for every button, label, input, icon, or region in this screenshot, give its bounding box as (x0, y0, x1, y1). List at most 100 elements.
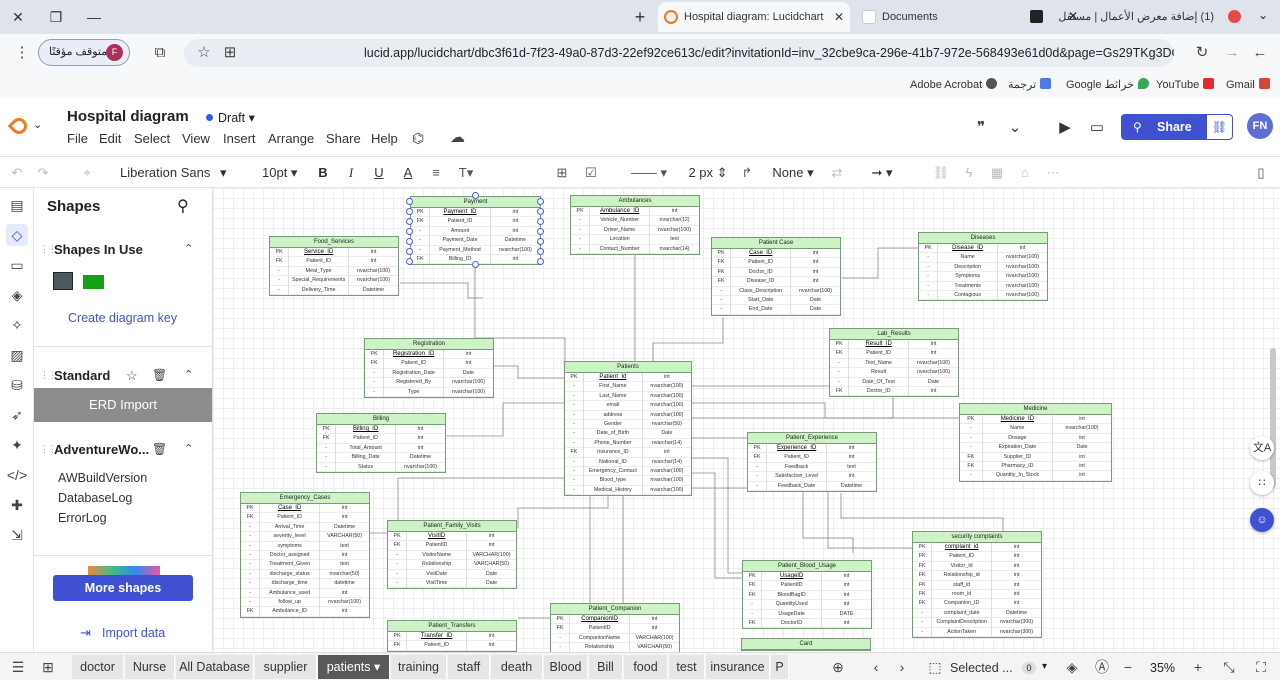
building-shape-icon[interactable] (53, 272, 73, 290)
page-grid-icon[interactable]: ⊞ (38, 657, 58, 677)
align-icon[interactable]: ≡ (427, 163, 445, 183)
chevron-down-icon[interactable]: ⌄ (33, 118, 42, 131)
page-tab-food[interactable]: food (624, 655, 668, 679)
line-start-select[interactable]: None ▾ (768, 163, 818, 183)
minimize-window-icon[interactable]: — (84, 7, 104, 27)
entity-diseases[interactable]: Diseases PK Disease_ID int - Name nvarchar(100… (918, 232, 1048, 302)
entity-row[interactable]: - Symptoms nvarchar(100) (919, 272, 1047, 282)
entity-row[interactable]: - Delivery_Time Datetime (270, 285, 398, 295)
entity-row[interactable]: - Last_Name nvarchar(100) (565, 391, 691, 402)
entity-row[interactable]: - Blood_type nvarchar(100) (565, 476, 691, 486)
image-icon[interactable]: ▨ (6, 344, 28, 366)
entity-row[interactable]: PK Ambulance_ID int (571, 207, 699, 217)
page-tab-training[interactable]: training (391, 655, 447, 679)
favorite-star-icon[interactable]: ☆ (126, 368, 138, 384)
entity-row[interactable]: - Ambulance_used int (241, 588, 369, 598)
page-list-icon[interactable]: ☰ (8, 657, 28, 677)
entity-row[interactable]: FK PatientID int (551, 624, 679, 634)
entity-row[interactable]: - Phone_Number nvarchar(14) (565, 438, 691, 449)
page-tab-insurance[interactable]: insurance (706, 655, 770, 679)
selection-handle[interactable] (537, 218, 544, 225)
entity-row[interactable]: PK Medicine_ID int (960, 415, 1111, 425)
entity-row[interactable]: - Location text (571, 235, 699, 245)
new-tab-icon[interactable]: + (630, 7, 650, 27)
entity-row[interactable]: FK Disease_ID int (712, 277, 840, 287)
line-end-select[interactable]: ➞ ▾ (858, 163, 906, 183)
assistant-float-icon[interactable]: ☺ (1250, 508, 1274, 532)
entity-row[interactable]: FK Patient_ID int (712, 258, 840, 268)
entity-row[interactable]: FK Patient_ID int (411, 217, 540, 227)
entity-row[interactable]: PK Disease_ID int (919, 244, 1047, 254)
underline-icon[interactable]: U (370, 163, 388, 183)
code-icon[interactable]: </> (6, 464, 28, 486)
entity-row[interactable]: - Date_of_Birth Date (565, 429, 691, 439)
entity-row[interactable]: FK Companion_ID int (913, 599, 1041, 609)
shapes-icon[interactable]: ◇ (6, 224, 28, 246)
entity-food-services[interactable]: Food_Services PK Service_ID int FK Patient_ID… (269, 236, 399, 296)
tab-mostaql[interactable]: (1) إضافة معرض الأعمال | مستقل (1024, 2, 1244, 32)
database-icon[interactable]: ⛁ (6, 374, 28, 396)
selection-handle[interactable] (537, 208, 544, 215)
entity-row[interactable]: - Doctor_assigned int (241, 550, 369, 561)
entity-row[interactable]: - Meal_Type nvarchar(100) (270, 266, 398, 277)
entity-row[interactable]: - Relationship VARCHAR(50) (388, 560, 516, 570)
bookmark-youtube[interactable]: YouTube (1156, 78, 1215, 91)
fit-screen-icon[interactable]: ⤡ (1220, 657, 1238, 677)
close-tab-icon[interactable]: ✕ (834, 2, 844, 32)
menu-file[interactable]: File (67, 131, 88, 146)
chevron-down-icon[interactable]: ▾ (1042, 661, 1047, 672)
selection-handle[interactable] (406, 248, 413, 255)
entity-row[interactable]: FK room_id int (913, 589, 1041, 600)
italic-icon[interactable]: I (342, 163, 360, 183)
entity-row[interactable]: PK complaint_id int (913, 543, 1041, 553)
action-icon[interactable]: ϟ (960, 163, 978, 183)
translate-float-icon[interactable]: 文A (1250, 436, 1274, 460)
entity-row[interactable]: FK Patient_ID int (913, 552, 1041, 562)
frame-icon[interactable]: ▭ (6, 254, 28, 276)
back-icon[interactable]: ← (1250, 43, 1270, 63)
entity-row[interactable]: - Name nvarchar(100) (960, 424, 1111, 434)
entity-row[interactable]: - severity_level VARCHAR(50) (241, 532, 369, 542)
entity-row[interactable]: PK Billing_ID int (317, 425, 445, 435)
page-tab-blood[interactable]: Blood (544, 655, 588, 679)
entity-row[interactable]: FK Patient_ID int (830, 349, 958, 359)
page-tab-patients[interactable]: patients ▾ (318, 655, 390, 679)
diagram-canvas[interactable]: Payment PK Payment_ID int FK Patient_ID int - Am… (213, 188, 1280, 652)
entity-row[interactable]: FK Patient_ID int (388, 641, 516, 651)
entity-row[interactable]: - email nvarchar(100) (565, 401, 691, 411)
entity-row[interactable]: - Result nvarchar(100) (830, 368, 958, 378)
entity-patient-companion[interactable]: Patient_Companion PK CompanionID int FK Patie… (550, 603, 680, 652)
more-shapes-button[interactable]: More shapes (53, 575, 193, 601)
page-tab-death[interactable]: death (491, 655, 543, 679)
entity-patient-experience[interactable]: Patient_Experience PK Experience_ID int FK Pa… (747, 432, 877, 492)
entity-row[interactable]: - Dosage int (960, 433, 1111, 444)
entity-row[interactable]: - Payment_Method nvarchar(100) (411, 245, 540, 255)
menu-dots-icon[interactable]: ⋮ (12, 43, 32, 63)
entity-row[interactable]: - Date_Of_Test Date (830, 377, 958, 387)
menu-select[interactable]: Select (134, 131, 170, 146)
line-width-select[interactable]: 2 px ⇕ (688, 163, 728, 183)
library-item[interactable]: AWBuildVersion (58, 471, 147, 485)
menu-edit[interactable]: Edit (99, 131, 121, 146)
entity-row[interactable]: - End_Date Date (712, 305, 840, 315)
entity-row[interactable]: FK PatientID int (388, 541, 516, 551)
pages-icon[interactable]: ▤ (6, 194, 28, 216)
selection-handle[interactable] (406, 208, 413, 215)
library-item[interactable]: ErrorLog (58, 511, 107, 525)
create-diagram-key-link[interactable]: Create diagram key (68, 311, 177, 325)
entity-row[interactable]: PK Experience_ID int (748, 444, 876, 454)
panel-toggle-icon[interactable]: ▯ (1252, 163, 1270, 183)
close-tab-icon[interactable]: ✕ (1068, 9, 1078, 23)
apps-icon[interactable]: ⌬ (412, 130, 424, 147)
profile-paused-button[interactable]: متوقف مؤقتًا F (38, 39, 130, 66)
entity-payment[interactable]: Payment PK Payment_ID int FK Patient_ID int - Am… (410, 196, 541, 266)
entity-row[interactable]: - Relationship VARCHAR(50) (551, 643, 679, 652)
entity-row[interactable]: PK VisitID int (388, 532, 516, 542)
page-menu-caret-icon[interactable]: ▾ (371, 660, 380, 674)
entity-security-complaints[interactable]: security complaints PK complaint_id int FK Pa… (912, 531, 1042, 638)
selection-handle[interactable] (406, 238, 413, 245)
entity-patient-blood-usage[interactable]: Patient_Blood_Usage PK UsageID int FK Patient… (742, 560, 872, 630)
entity-row[interactable]: FK Visitor_Id int (913, 561, 1041, 572)
entity-patient-transfers[interactable]: Patient_Transfers PK Transfer_ID int FK Patie… (387, 620, 517, 652)
checklist-icon[interactable]: ☑ (582, 163, 600, 183)
